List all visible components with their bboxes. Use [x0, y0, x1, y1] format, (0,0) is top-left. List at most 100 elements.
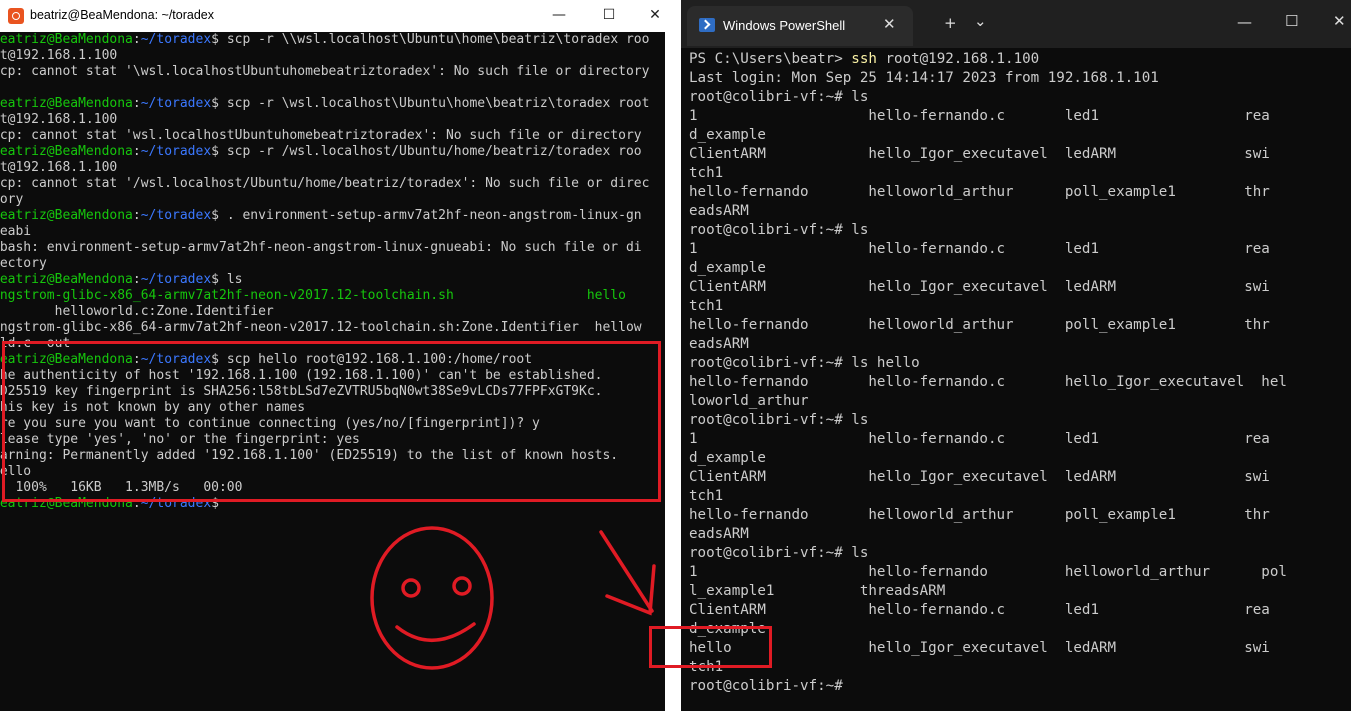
terminal-line: root@colibri-vf:~# ls hello — [689, 354, 1349, 373]
terminal-line: beatriz@BeaMendona:~/toradex$ scp -r /ws… — [0, 144, 665, 160]
terminal-text-segment: ot@192.168.1.100 — [0, 48, 118, 63]
hello-highlight-box — [649, 626, 772, 668]
terminal-text-segment: tory — [0, 192, 24, 207]
wsl-title-bar: beatriz@BeaMendona: ~/toradex — ☐ ✕ — [0, 0, 665, 32]
tab-close-icon[interactable]: ✕ — [883, 15, 896, 33]
terminal-text-segment: ClientARM hello_Igor_executavel ledARM s… — [689, 469, 1270, 485]
new-tab-button[interactable]: + — [944, 14, 957, 32]
maximize-button[interactable]: ☐ — [1285, 12, 1298, 30]
terminal-text-segment: 1 hello-fernando.c led1 rea — [689, 108, 1270, 124]
terminal-line: d_example — [689, 259, 1349, 278]
terminal-text-segment: ClientARM hello-fernando.c led1 rea — [689, 602, 1270, 618]
terminal-line: loworld_arthur — [689, 392, 1349, 411]
terminal-line: ueabi — [0, 224, 665, 240]
terminal-line: beatriz@BeaMendona:~/toradex$ ls — [0, 272, 665, 288]
scp-highlight-box — [2, 341, 661, 502]
terminal-line: ot@192.168.1.100 — [0, 160, 665, 176]
terminal-line: 1 hello-fernando.c led1 rea — [689, 240, 1349, 259]
terminal-text-segment: : — [132, 96, 141, 111]
terminal-text-segment: beatriz@BeaMendona — [0, 208, 133, 223]
terminal-text-segment: $ scp -r /wsl.localhost/Ubuntu/home/beat… — [211, 144, 642, 159]
terminal-line: tch1 — [689, 164, 1349, 183]
terminal-line: beatriz@BeaMendona:~/toradex$ scp -r \ws… — [0, 96, 665, 112]
terminal-line: scp: cannot stat '/wsl.localhost/Ubuntu/… — [0, 176, 665, 192]
terminal-text-segment: ~/toradex — [140, 208, 212, 223]
terminal-line: hello-fernando helloworld_arthur poll_ex… — [689, 183, 1349, 202]
terminal-text-segment: root@colibri-vf:~# ls — [689, 412, 869, 428]
terminal-line: d_example — [689, 126, 1349, 145]
terminal-text-segment: root@colibri-vf:~# — [689, 678, 852, 694]
terminal-line: ot@192.168.1.100 — [0, 112, 665, 128]
terminal-text-segment: d_example — [689, 450, 766, 466]
terminal-line: eadsARM — [689, 335, 1349, 354]
terminal-line: 1 hello-fernando.c led1 rea — [689, 430, 1349, 449]
tab-dropdown-button[interactable]: ⌄ — [974, 12, 987, 30]
terminal-line: tch1 — [689, 297, 1349, 316]
terminal-text-segment: ClientARM hello_Igor_executavel ledARM s… — [689, 279, 1270, 295]
terminal-text-segment: ~/toradex — [140, 32, 212, 47]
terminal-line: ClientARM hello_Igor_executavel ledARM s… — [689, 468, 1349, 487]
terminal-line: tch1 — [689, 487, 1349, 506]
terminal-text-segment: : — [132, 272, 141, 287]
terminal-text-segment: root@colibri-vf:~# ls — [689, 89, 869, 105]
terminal-line: ot@192.168.1.100 — [0, 48, 665, 64]
terminal-text-segment: root@colibri-vf:~# ls hello — [689, 355, 920, 371]
powershell-window: Windows PowerShell ✕ + ⌄ — ☐ ✕ PS C:\Use… — [681, 0, 1351, 711]
tab-windows-powershell[interactable]: Windows PowerShell ✕ — [687, 6, 913, 46]
terminal-text-segment: Last login: Mon Sep 25 14:14:17 2023 fro… — [689, 70, 1159, 86]
terminal-line: root@colibri-vf:~# ls — [689, 544, 1349, 563]
terminal-line: angstrom-glibc-x86_64-armv7at2hf-neon-v2… — [0, 320, 665, 336]
terminal-text-segment: ~/toradex — [140, 144, 212, 159]
terminal-line: scp: cannot stat '\wsl.localhostUbuntuho… — [0, 64, 665, 80]
terminal-line: ClientARM hello_Igor_executavel ledARM s… — [689, 278, 1349, 297]
terminal-line: d_example — [689, 449, 1349, 468]
minimize-button[interactable]: — — [1237, 13, 1252, 31]
terminal-text-segment: scp: cannot stat '/wsl.localhost/Ubuntu/… — [0, 176, 650, 191]
close-button[interactable]: ✕ — [645, 4, 665, 26]
terminal-text-segment: helloworld.c:Zone.Identifier — [0, 304, 274, 319]
terminal-text-segment: root@192.168.1.100 — [876, 51, 1040, 67]
terminal-text-segment: $ scp -r \wsl.localhost\Ubuntu\home\beat… — [211, 96, 650, 111]
terminal-text-segment: tch1 — [689, 298, 724, 314]
terminal-line: eadsARM — [689, 525, 1349, 544]
terminal-text-segment: ueabi — [0, 224, 32, 239]
terminal-line: root@colibri-vf:~# ls — [689, 221, 1349, 240]
terminal-text-segment: beatriz@BeaMendona — [0, 32, 133, 47]
terminal-text-segment: 1 hello-fernando.c led1 rea — [689, 431, 1270, 447]
powershell-terminal-output[interactable]: PS C:\Users\beatr> ssh root@192.168.1.10… — [689, 50, 1349, 696]
terminal-text-segment: ~/toradex — [140, 96, 212, 111]
terminal-line: hello-fernando helloworld_arthur poll_ex… — [689, 316, 1349, 335]
terminal-text-segment: l_example1 threadsARM — [689, 583, 946, 599]
terminal-text-segment: scp: cannot stat '\wsl.localhostUbuntuho… — [0, 64, 650, 79]
terminal-text-segment: $ . environment-setup-armv7at2hf-neon-an… — [211, 208, 642, 223]
tab-label: Windows PowerShell — [723, 18, 846, 33]
close-button[interactable]: ✕ — [1333, 12, 1346, 30]
terminal-text-segment: ot@192.168.1.100 — [0, 160, 118, 175]
terminal-text-segment: ClientARM hello_Igor_executavel ledARM s… — [689, 146, 1270, 162]
terminal-text-segment: d_example — [689, 260, 766, 276]
terminal-line: ClientARM hello-fernando.c led1 rea — [689, 601, 1349, 620]
terminal-text-segment: angstrom-glibc-x86_64-armv7at2hf-neon-v2… — [0, 320, 642, 335]
terminal-line: scp: cannot stat 'wsl.localhostUbuntuhom… — [0, 128, 665, 144]
terminal-text-segment: : — [132, 32, 141, 47]
terminal-text-segment: rectory — [0, 256, 47, 271]
terminal-text-segment: hello-fernando hello-fernando.c hello_Ig… — [689, 374, 1287, 390]
terminal-line: beatriz@BeaMendona:~/toradex$ . environm… — [0, 208, 665, 224]
terminal-line: hello-fernando helloworld_arthur poll_ex… — [689, 506, 1349, 525]
terminal-text-segment: angstrom-glibc-x86_64-armv7at2hf-neon-v2… — [0, 288, 626, 303]
terminal-line: root@colibri-vf:~# — [689, 677, 1349, 696]
wsl-window-title: beatriz@BeaMendona: ~/toradex — [30, 8, 214, 22]
minimize-button[interactable]: — — [549, 4, 569, 26]
terminal-text-segment: : — [132, 144, 141, 159]
terminal-text-segment: loworld_arthur — [689, 393, 809, 409]
terminal-text-segment: $ ls — [211, 272, 243, 287]
terminal-text-segment: PS C:\Users\beatr> — [689, 51, 852, 67]
terminal-line: d_example — [689, 620, 1349, 639]
maximize-button[interactable]: ☐ — [599, 4, 619, 26]
terminal-text-segment: ssh — [851, 51, 877, 67]
terminal-line: root@colibri-vf:~# ls — [689, 88, 1349, 107]
terminal-text-segment: root@colibri-vf:~# ls — [689, 545, 869, 561]
terminal-line: PS C:\Users\beatr> ssh root@192.168.1.10… — [689, 50, 1349, 69]
terminal-text-segment: ~/toradex — [140, 272, 212, 287]
